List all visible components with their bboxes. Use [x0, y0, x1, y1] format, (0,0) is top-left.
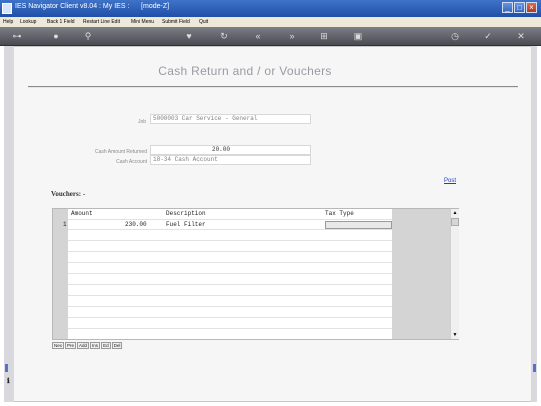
- column-header-description: Description: [166, 210, 206, 217]
- right-sidebar-strip: [531, 46, 537, 402]
- cash-amount-label: Cash Amount Returned: [95, 149, 147, 155]
- cash-amount-field[interactable]: 20.00: [150, 145, 311, 155]
- job-label: Job: [137, 119, 146, 125]
- grid-line: [68, 273, 392, 274]
- close-icon[interactable]: ✕: [515, 30, 527, 43]
- menu-bar: Help Lookup Back 1 Field Restart Line Ed…: [0, 17, 541, 27]
- left-edge-marker: [5, 364, 8, 372]
- menu-quit[interactable]: Quit: [199, 19, 208, 25]
- toolbar: ⊶ ● ⚲ ♥ ↻ « » ⊞ ▣ ◷ ✓ ✕: [0, 27, 541, 46]
- vouchers-grid: Amount Description Tax Type 1 230.00 Fue…: [52, 208, 459, 340]
- grid-line: [68, 240, 392, 241]
- scroll-down-icon[interactable]: ▼: [451, 331, 459, 339]
- row-number: 1: [63, 221, 67, 228]
- heart-icon[interactable]: ♥: [183, 30, 195, 43]
- save-icon[interactable]: ▣: [352, 30, 364, 43]
- check-icon[interactable]: ✓: [482, 30, 494, 43]
- app-logo-icon: [2, 3, 12, 14]
- tax-type-cell[interactable]: [325, 221, 392, 229]
- cash-account-field[interactable]: 18-34 Cash Account: [150, 155, 311, 165]
- next-button[interactable]: Nex: [52, 342, 65, 349]
- key-icon[interactable]: ⊶: [6, 30, 28, 43]
- menu-lookup[interactable]: Lookup: [20, 19, 36, 25]
- sidebar-info-icon[interactable]: ℹ: [7, 378, 13, 385]
- cash-account-label: Cash Account: [116, 159, 147, 165]
- vouchers-label: Vouchers: -: [51, 190, 86, 198]
- title-divider-shadow: [28, 87, 518, 88]
- tax-type-column-bg: [392, 209, 450, 339]
- add-button[interactable]: Add: [77, 342, 90, 349]
- menu-mini-menu[interactable]: Mini Menu: [131, 19, 154, 25]
- grid-line: [68, 219, 392, 220]
- previous-button[interactable]: Pre: [65, 342, 77, 349]
- menu-restart-line-edit[interactable]: Restart Line Edit: [83, 19, 120, 25]
- rewind-icon[interactable]: «: [251, 30, 265, 43]
- grid-line: [68, 295, 392, 296]
- column-header-tax-type: Tax Type: [325, 210, 354, 217]
- refresh-icon[interactable]: ↻: [218, 30, 230, 43]
- info-icon[interactable]: ●: [50, 30, 62, 43]
- post-link[interactable]: Post: [444, 178, 456, 184]
- clock-icon[interactable]: ◷: [449, 30, 461, 43]
- title-bar: IES Navigator Client v8.04 : My IES : [m…: [0, 0, 541, 17]
- scroll-thumb[interactable]: [451, 218, 459, 226]
- maximize-button[interactable]: □: [514, 2, 525, 13]
- insert-button[interactable]: Ins: [90, 342, 101, 349]
- grid-line: [68, 229, 392, 230]
- fast-forward-icon[interactable]: »: [285, 30, 299, 43]
- close-window-button[interactable]: ×: [526, 2, 537, 13]
- description-cell[interactable]: Fuel Filter: [166, 221, 206, 228]
- row-number-column: [53, 209, 68, 339]
- window-title: IES Navigator Client v8.04 : My IES : [m…: [15, 3, 170, 10]
- menu-help[interactable]: Help: [3, 19, 13, 25]
- edit-button[interactable]: Ed: [101, 342, 111, 349]
- page-title: Cash Return and / or Vouchers: [158, 64, 332, 78]
- grid-line: [68, 284, 392, 285]
- grid-line: [68, 306, 392, 307]
- minimize-button[interactable]: _: [502, 2, 513, 13]
- grid-line: [68, 251, 392, 252]
- scroll-up-icon[interactable]: ▲: [451, 209, 459, 217]
- column-header-amount: Amount: [71, 210, 93, 217]
- menu-back-1-field[interactable]: Back 1 Field: [47, 19, 75, 25]
- grid-line: [68, 262, 392, 263]
- grid-icon[interactable]: ⊞: [318, 30, 330, 43]
- grid-line: [68, 328, 392, 329]
- grid-line: [68, 317, 392, 318]
- left-sidebar-strip: [4, 46, 14, 402]
- grid-button-bar: Nex Pre Add Ins Ed Del: [52, 342, 123, 349]
- menu-submit-field[interactable]: Submit Field: [162, 19, 190, 25]
- delete-button[interactable]: Del: [111, 342, 123, 349]
- amount-cell[interactable]: 230.00: [125, 221, 147, 228]
- search-icon[interactable]: ⚲: [82, 30, 94, 43]
- grid-scrollbar[interactable]: ▲ ▼: [450, 209, 459, 339]
- right-edge-marker: [533, 364, 536, 372]
- job-field[interactable]: 5000003 Car Service - General: [150, 114, 311, 124]
